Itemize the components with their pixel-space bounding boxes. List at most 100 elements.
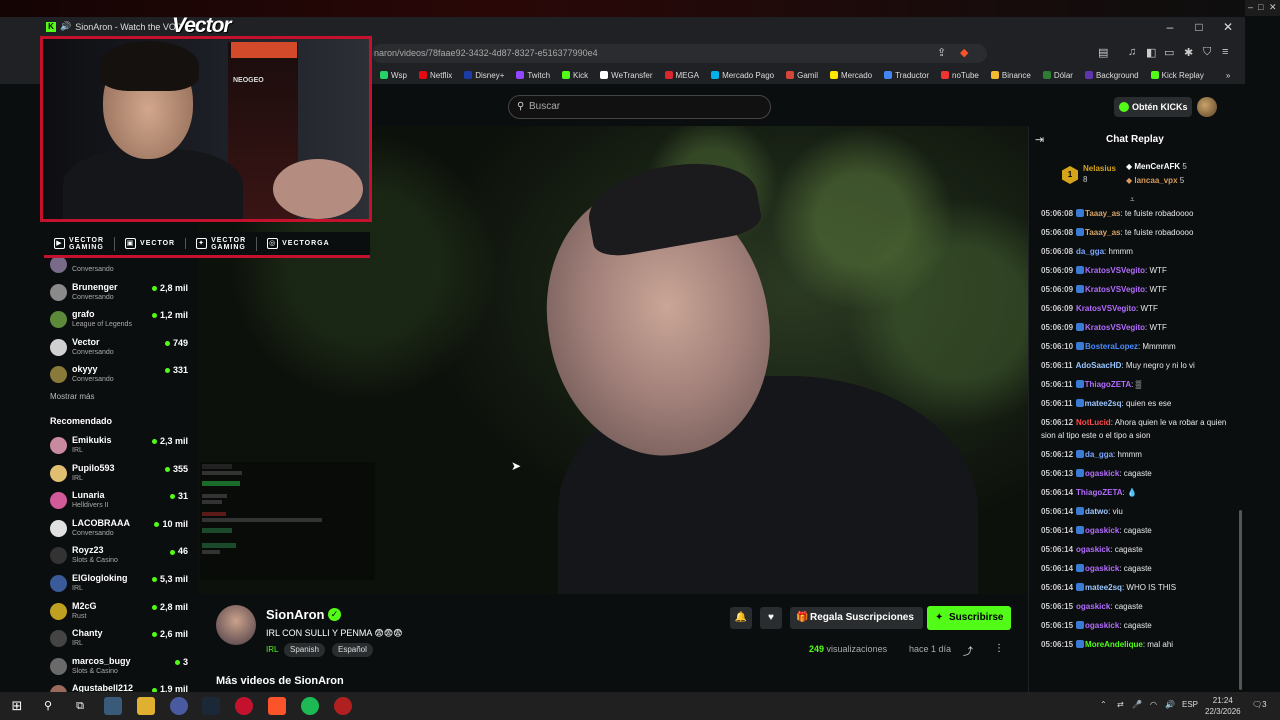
recorder-icon[interactable] — [334, 697, 352, 715]
search-taskbar-icon[interactable]: ⚲ — [39, 697, 57, 715]
sidebar-channel[interactable]: Chanty IRL 2,6 mil — [48, 626, 198, 652]
file-explorer-icon[interactable] — [137, 697, 155, 715]
bookmark-5[interactable]: WeTransfer — [600, 71, 653, 80]
gift-subs-button[interactable]: 🎁 Regala Suscripciones — [790, 607, 923, 629]
music-icon[interactable]: ♫ — [1128, 46, 1136, 58]
leader-third[interactable]: ◆ lancaa_vpx 5 — [1126, 176, 1184, 185]
message-user[interactable]: matee2sq — [1085, 399, 1122, 408]
expand-leaderboard-icon[interactable]: ⩡ — [1130, 195, 1135, 205]
wallet-icon[interactable]: ▭ — [1164, 46, 1174, 59]
browser-tab[interactable]: K 🔊 SionAron - Watch the VOD o — [46, 21, 190, 32]
panel-icon[interactable]: ◧ — [1146, 46, 1156, 59]
task-view-icon[interactable]: ⧉ — [71, 697, 89, 715]
bookmark-9[interactable]: Mercado — [829, 71, 872, 80]
message-user[interactable]: KratosVSVegito — [1085, 266, 1145, 275]
menu-icon[interactable]: ≡ — [1222, 46, 1228, 58]
sidebar-icon[interactable]: ▤ — [1098, 46, 1108, 59]
outer-maximize-icon[interactable]: □ — [1258, 2, 1263, 12]
bookmark-10[interactable]: Traductor — [884, 71, 929, 80]
show-more-link[interactable]: Mostrar más — [50, 392, 94, 401]
message-user[interactable]: KratosVSVegito — [1076, 304, 1136, 313]
tag-spanish[interactable]: Spanish — [284, 643, 325, 657]
message-user[interactable]: Taaay_as — [1085, 209, 1120, 218]
sidebar-channel[interactable]: ElGlogloking IRL 5,3 mil — [48, 571, 198, 597]
message-user[interactable]: ogaskick — [1085, 526, 1119, 535]
sidebar-channel[interactable]: Emikukis IRL 2,3 mil — [48, 433, 198, 459]
subscribe-button[interactable]: ✦ Suscribirse — [927, 606, 1011, 630]
bookmark-11[interactable]: noTube — [941, 71, 979, 80]
channel-avatar[interactable] — [216, 605, 256, 645]
tray-mic-icon[interactable]: 🎤 — [1132, 700, 1142, 709]
bookmark-13[interactable]: Dólar — [1042, 71, 1073, 80]
sidebar-channel[interactable]: Brunenger Conversando 2,8 mil — [48, 280, 198, 306]
close-button[interactable]: ✕ — [1213, 20, 1243, 34]
maximize-button[interactable]: □ — [1184, 20, 1214, 34]
chat-scrollbar[interactable] — [1239, 510, 1242, 690]
message-user[interactable]: datwo — [1085, 507, 1108, 516]
spotify-icon[interactable] — [301, 697, 319, 715]
sidebar-channel[interactable]: Royz23 Slots & Casino 46 — [48, 543, 198, 569]
sidebar-channel[interactable]: M2cG Rust 2,8 mil — [48, 599, 198, 625]
tag-espanol[interactable]: Español — [332, 643, 373, 657]
bookmark-0[interactable]: Wsp — [380, 71, 407, 80]
message-user[interactable]: KratosVSVegito — [1085, 323, 1145, 332]
bookmark-4[interactable]: Kick — [562, 71, 588, 80]
notifications-bell-icon[interactable]: 🔔 — [730, 607, 752, 629]
bookmark-8[interactable]: Gamil — [786, 71, 818, 80]
outer-minimize-icon[interactable]: – — [1248, 2, 1253, 12]
outer-close-icon[interactable]: ✕ — [1269, 2, 1277, 13]
notification-center-icon[interactable]: 🗨3 — [1252, 700, 1267, 709]
message-user[interactable]: AdoSaacHD — [1076, 361, 1122, 370]
brave-icon[interactable] — [268, 697, 286, 715]
extensions-icon[interactable]: ✱ — [1184, 46, 1193, 59]
browser-app-icon[interactable] — [170, 697, 188, 715]
message-user[interactable]: ogaskick — [1085, 564, 1119, 573]
taskbar-clock[interactable]: 21:24 22/3/2026 — [1205, 695, 1241, 717]
tray-volume-icon[interactable]: 🔊 — [1165, 700, 1175, 709]
message-user[interactable]: MoreAndelique — [1085, 640, 1143, 649]
message-user[interactable]: BosteraLopez — [1085, 342, 1138, 351]
bookmark-14[interactable]: Background — [1084, 71, 1139, 80]
search-input[interactable]: ⚲ Buscar — [508, 95, 771, 119]
bookmark-12[interactable]: Binance — [990, 71, 1031, 80]
message-user[interactable]: NotLucid — [1076, 418, 1111, 427]
tray-network-icon[interactable]: ⇄ — [1117, 700, 1124, 709]
follow-heart-icon[interactable]: ♥ — [760, 607, 782, 629]
tray-language[interactable]: ESP — [1182, 700, 1198, 709]
vpn-icon[interactable]: ⛉ — [1203, 46, 1211, 59]
message-user[interactable]: ogaskick — [1076, 545, 1110, 554]
tray-wifi-icon[interactable]: ◠ — [1150, 700, 1157, 709]
message-user[interactable]: da_gga — [1085, 450, 1113, 459]
bookmark-3[interactable]: Twitch — [516, 71, 550, 80]
message-user[interactable]: matee2sq — [1085, 583, 1122, 592]
bookmark-7[interactable]: Mercado Pago — [711, 71, 774, 80]
sidebar-channel[interactable]: Vector Conversando 749 — [48, 335, 198, 361]
bookmarks-overflow-icon[interactable]: » — [1226, 71, 1230, 80]
sidebar-channel[interactable]: Pupilo593 IRL 355 — [48, 461, 198, 487]
channel-name[interactable]: SionAron — [266, 607, 325, 622]
sidebar-channel[interactable]: Lunaria Helldivers II 31 — [48, 488, 198, 514]
steam-icon[interactable] — [202, 697, 220, 715]
get-kicks-button[interactable]: Obtén KICKs — [1114, 97, 1192, 117]
more-options-icon[interactable]: ⋮ — [994, 643, 1004, 654]
leader-first-name[interactable]: Nelasius — [1083, 164, 1116, 173]
message-user[interactable]: ogaskick — [1076, 602, 1110, 611]
bookmark-15[interactable]: Kick Replay — [1150, 71, 1204, 80]
opera-icon[interactable] — [235, 697, 253, 715]
bookmark-6[interactable]: MEGA — [664, 71, 699, 80]
message-user[interactable]: ThiagoZETA — [1085, 380, 1132, 389]
message-user[interactable]: KratosVSVegito — [1085, 285, 1145, 294]
tray-chevron-icon[interactable]: ⌃ — [1100, 700, 1107, 709]
message-user[interactable]: da_gga — [1076, 247, 1104, 256]
sidebar-channel[interactable]: grafo League of Legends 1,2 mil — [48, 307, 198, 333]
app-icon[interactable] — [104, 697, 122, 715]
message-user[interactable]: Taaay_as — [1085, 228, 1120, 237]
minimize-button[interactable]: – — [1155, 20, 1185, 34]
bookmark-1[interactable]: Netflix — [419, 71, 452, 80]
url-field[interactable]: naron/videos/78faae92-3432-4d87-8327-e51… — [372, 44, 987, 63]
bookmark-2[interactable]: Disney+ — [464, 71, 504, 80]
message-user[interactable]: ogaskick — [1085, 621, 1119, 630]
share-icon[interactable]: ⤴ — [963, 643, 973, 658]
share-page-icon[interactable]: ⇪ — [937, 46, 946, 59]
message-user[interactable]: ogaskick — [1085, 469, 1119, 478]
